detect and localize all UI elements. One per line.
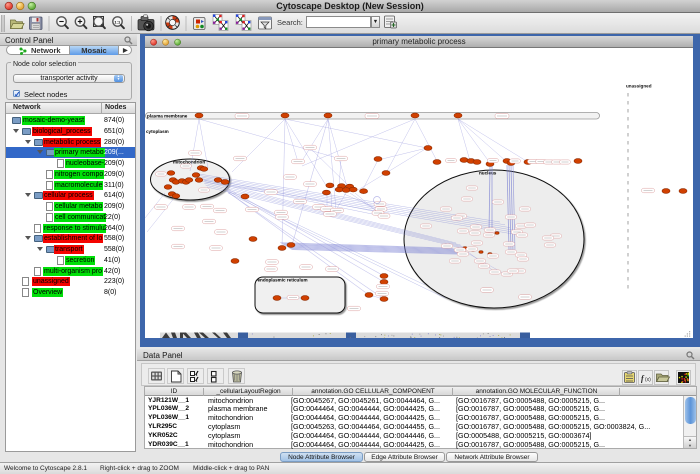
svg-text:endoplasmic reticulum: endoplasmic reticulum: [258, 278, 308, 283]
svg-text:(x): (x): [645, 377, 651, 383]
svg-text:unassigned: unassigned: [626, 84, 652, 89]
svg-text:nucleus: nucleus: [479, 171, 497, 176]
svg-text:plasma membrane: plasma membrane: [147, 113, 188, 118]
svg-text:cytoplasm: cytoplasm: [146, 129, 169, 134]
svg-text:1:1: 1:1: [114, 19, 121, 24]
